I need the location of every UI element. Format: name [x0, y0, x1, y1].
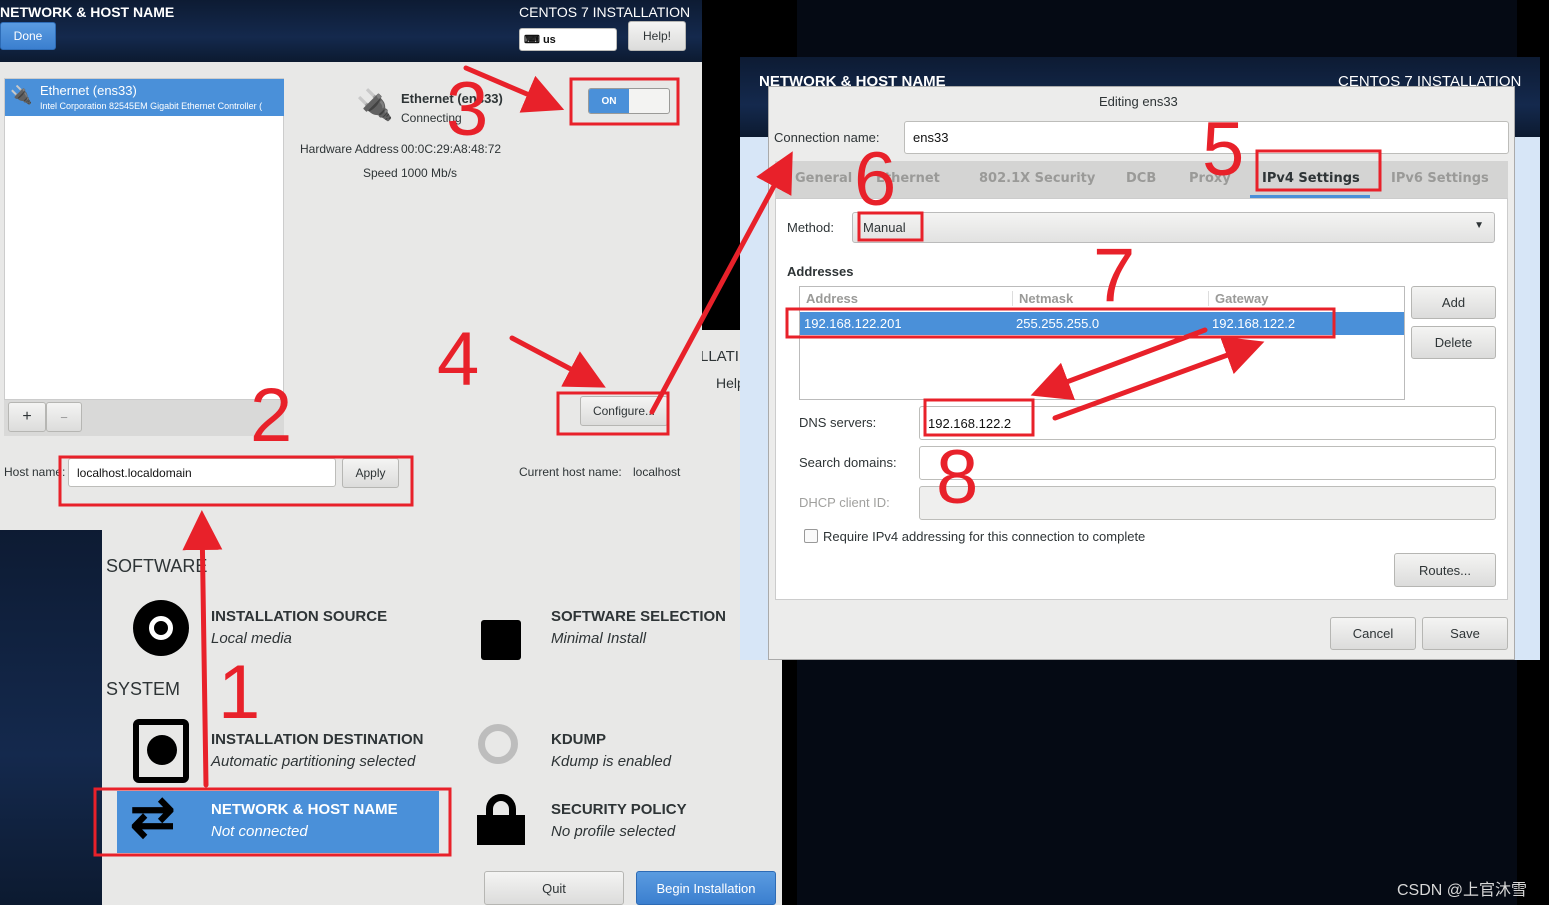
highlight-toggle	[569, 77, 680, 126]
highlight-address-row	[785, 307, 1336, 339]
highlight-network-spoke	[93, 787, 452, 857]
arrow-gateway-dns	[1030, 327, 1208, 401]
annotation-overlay	[58, 65, 1382, 857]
annotation-8: 8	[936, 435, 979, 520]
arrow-configure-dialog	[649, 151, 793, 415]
annotation-2: 2	[250, 373, 293, 458]
arrow-4	[509, 335, 606, 388]
annotation-5: 5	[1202, 107, 1245, 192]
annotation-4: 4	[437, 317, 480, 402]
annotation-1: 1	[218, 650, 261, 735]
highlight-host-name	[58, 455, 414, 507]
annotation-7: 7	[1093, 233, 1136, 318]
annotation-3: 3	[446, 67, 489, 152]
arrow-dns-gateway	[1052, 336, 1265, 421]
highlight-ipv4-tab	[1255, 149, 1382, 192]
annotation-6: 6	[854, 137, 897, 222]
arrow-1	[182, 510, 223, 788]
highlight-dns	[923, 398, 1035, 437]
